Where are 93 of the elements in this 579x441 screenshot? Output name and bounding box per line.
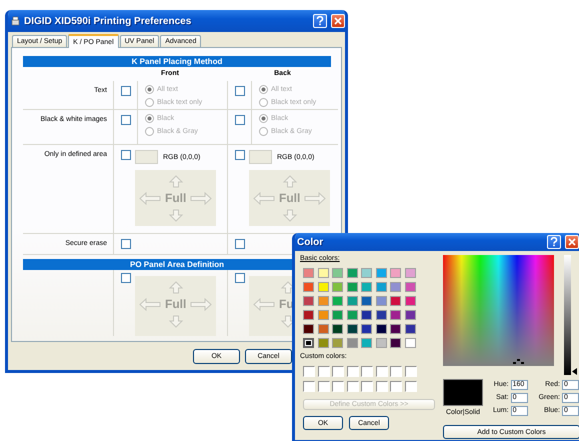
color-swatch[interactable] (361, 310, 372, 320)
custom-color-swatch[interactable] (376, 366, 388, 377)
color-swatch[interactable] (318, 338, 328, 348)
color-swatch[interactable] (390, 282, 401, 292)
custom-color-swatch[interactable] (318, 381, 330, 392)
close-icon (334, 17, 342, 25)
color-swatch[interactable] (346, 310, 358, 320)
custom-color-swatch[interactable] (303, 381, 315, 392)
close-icon (568, 238, 576, 246)
color-swatch[interactable] (318, 324, 328, 334)
area-label: Full (165, 297, 186, 311)
help-button[interactable] (547, 235, 561, 249)
custom-color-swatch[interactable] (404, 381, 416, 392)
custom-color-swatch[interactable] (361, 366, 373, 377)
section-header: K Panel Placing Method (23, 56, 331, 67)
color-swatch[interactable] (332, 310, 343, 320)
custom-color-swatch[interactable] (390, 381, 402, 392)
help-button[interactable] (313, 14, 327, 28)
color-swatch[interactable] (404, 324, 416, 334)
color-swatch[interactable] (332, 296, 343, 306)
color-swatch[interactable] (346, 282, 358, 292)
close-button[interactable] (565, 235, 579, 249)
custom-color-swatch[interactable] (346, 381, 358, 392)
custom-color-swatch[interactable] (318, 366, 330, 377)
custom-color-swatch[interactable] (390, 366, 402, 377)
color-swatch[interactable] (404, 268, 416, 278)
crosshair-icon[interactable] (513, 359, 524, 366)
color-swatch[interactable] (376, 338, 386, 348)
checkbox[interactable] (235, 239, 245, 249)
color-swatch[interactable] (332, 338, 343, 348)
color-swatch[interactable] (404, 310, 416, 320)
color-swatch[interactable] (404, 338, 416, 348)
color-swatch[interactable] (318, 296, 328, 306)
color-swatch[interactable] (376, 282, 386, 292)
checkbox[interactable] (121, 115, 131, 125)
color-swatch[interactable] (303, 324, 314, 334)
color-swatch[interactable] (376, 324, 386, 334)
color-swatch[interactable] (303, 310, 314, 320)
window-title: DIGID XID590i Printing Preferences (24, 16, 192, 26)
color-swatch[interactable] (332, 324, 343, 334)
custom-color-swatch[interactable] (404, 366, 416, 377)
color-swatch[interactable] (332, 268, 343, 278)
color-swatch[interactable] (390, 296, 401, 306)
color-swatch[interactable] (361, 324, 372, 334)
color-swatch[interactable] (346, 324, 358, 334)
color-swatch[interactable] (346, 268, 358, 278)
window-title: Color (297, 236, 324, 248)
checkbox[interactable] (121, 150, 131, 160)
color-swatch[interactable] (303, 338, 314, 348)
custom-color-swatch[interactable] (332, 381, 344, 392)
custom-color-swatch[interactable] (346, 366, 358, 377)
custom-color-swatch[interactable] (376, 381, 388, 392)
color-preview (443, 379, 483, 406)
checkbox[interactable] (235, 115, 245, 125)
color-swatch[interactable] (361, 268, 372, 278)
printer-icon (10, 16, 20, 26)
color-swatch[interactable] (318, 310, 328, 320)
color-swatch[interactable] (346, 296, 358, 306)
checkbox[interactable] (121, 273, 131, 283)
color-swatch[interactable] (390, 268, 401, 278)
color-swatch[interactable] (303, 282, 314, 292)
area-label: Full (165, 191, 186, 205)
color-swatch[interactable] (332, 282, 343, 292)
luminance-bar[interactable] (564, 255, 571, 375)
area-label: Full (279, 191, 300, 205)
color-swatch[interactable] (390, 310, 401, 320)
color-swatch[interactable] (376, 268, 386, 278)
help-icon (550, 237, 558, 247)
color-swatch[interactable] (361, 296, 372, 306)
close-button[interactable] (331, 14, 345, 28)
slider-arrow-icon[interactable] (572, 368, 577, 375)
checkbox[interactable] (235, 273, 245, 283)
checkbox[interactable] (121, 86, 131, 96)
checkbox[interactable] (235, 150, 245, 160)
color-swatch[interactable] (303, 268, 314, 278)
color-swatch[interactable] (361, 282, 372, 292)
color-swatch[interactable] (361, 338, 372, 348)
color-swatch[interactable] (376, 296, 386, 306)
color-swatch[interactable] (404, 296, 416, 306)
custom-color-swatch[interactable] (303, 366, 315, 377)
color-swatch[interactable] (390, 324, 401, 334)
color-swatch[interactable] (404, 282, 416, 292)
help-icon (316, 16, 324, 26)
color-swatch[interactable] (346, 338, 358, 348)
color-swatch[interactable] (303, 296, 314, 306)
color-swatch[interactable] (318, 282, 328, 292)
checkbox[interactable] (121, 239, 131, 249)
color-swatch[interactable] (390, 338, 401, 348)
checkbox[interactable] (235, 86, 245, 96)
color-swatch[interactable] (318, 268, 328, 278)
color-swatch[interactable] (376, 310, 386, 320)
custom-color-swatch[interactable] (361, 381, 373, 392)
custom-color-swatch[interactable] (332, 366, 344, 377)
